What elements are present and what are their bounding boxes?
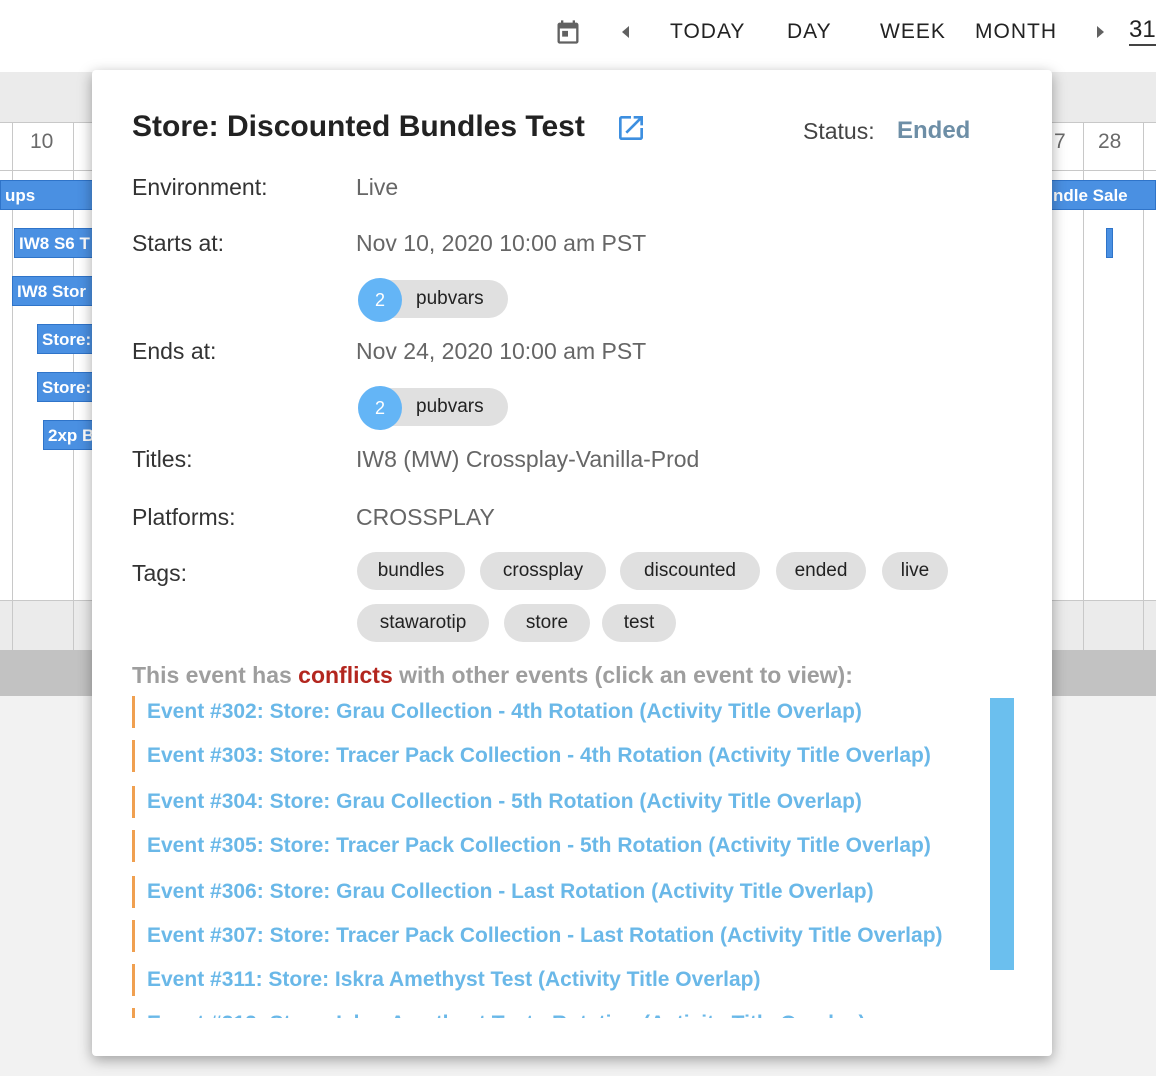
day-number: 7	[1054, 130, 1066, 153]
calendar-event[interactable]: Store:	[37, 324, 100, 354]
conflict-event-link[interactable]: Event #305: Store: Tracer Pack Collectio…	[132, 830, 931, 862]
month-view-button[interactable]: MONTH	[975, 18, 1057, 46]
conflict-event-link[interactable]: Event #306: Store: Grau Collection - Las…	[132, 876, 874, 908]
status-label: Status:	[803, 118, 875, 144]
chevron-right-icon[interactable]	[1090, 22, 1110, 42]
pubvars-label: pubvars	[416, 288, 484, 309]
ends-label: Ends at:	[132, 338, 217, 364]
conflict-event-link[interactable]: Event #302: Store: Grau Collection - 4th…	[132, 696, 862, 728]
environment-label: Environment:	[132, 174, 268, 200]
open-in-new-icon[interactable]	[615, 112, 647, 144]
calendar-toolbar: TODAY DAY WEEK MONTH 31	[0, 0, 1156, 73]
tag-chip[interactable]: bundles	[357, 552, 465, 590]
platforms-value: CROSSPLAY	[356, 504, 495, 530]
week-view-button[interactable]: WEEK	[880, 18, 946, 46]
tag-chip[interactable]: discounted	[620, 552, 760, 590]
pubvars-label: pubvars	[416, 396, 484, 417]
tags-label: Tags:	[132, 560, 187, 586]
conflict-event-link[interactable]: Event #304: Store: Grau Collection - 5th…	[132, 786, 862, 818]
day-number: 10	[30, 130, 54, 153]
today-button[interactable]: TODAY	[670, 18, 745, 46]
calendar-event[interactable]: IW8 Stor	[12, 276, 100, 306]
tag-chip[interactable]: ended	[776, 552, 866, 590]
conflict-event-link[interactable]: Event #303: Store: Tracer Pack Collectio…	[132, 740, 931, 772]
starts-label: Starts at:	[132, 230, 225, 256]
titles-value: IW8 (MW) Crossplay-Vanilla-Prod	[356, 446, 700, 472]
conflict-list-scrollbar[interactable]	[990, 698, 1014, 970]
event-detail-popover: Store: Discounted Bundles Test Status: E…	[92, 70, 1052, 1056]
tag-chip[interactable]: store	[504, 604, 590, 642]
conflicts-heading-prefix: This event has	[132, 662, 299, 688]
status-value: Ended	[897, 117, 971, 144]
conflict-list[interactable]: Event #302: Store: Grau Collection - 4th…	[132, 696, 992, 1018]
starts-value: Nov 10, 2020 10:00 am PST	[356, 230, 647, 256]
pubvars-count-badge: 2	[358, 386, 402, 430]
calendar-event[interactable]: ups	[0, 180, 100, 210]
titles-label: Titles:	[132, 446, 193, 472]
conflict-event-link[interactable]: Event #311: Store: Iskra Amethyst Test (…	[132, 964, 761, 996]
calendar-icon[interactable]	[554, 18, 582, 46]
environment-value: Live	[356, 174, 399, 200]
tag-chip[interactable]: live	[882, 552, 948, 590]
conflict-event-link[interactable]: Event #307: Store: Tracer Pack Collectio…	[132, 920, 943, 952]
conflicts-heading-suffix: with other events (click an event to vie…	[392, 662, 853, 688]
day-number: 28	[1098, 130, 1122, 153]
tag-chip[interactable]: stawarotip	[357, 604, 489, 642]
conflicts-keyword: conflicts	[298, 662, 393, 688]
starts-pubvars-chip[interactable]: 2 pubvars	[358, 278, 508, 322]
calendar-event[interactable]: IW8 S6 T	[14, 228, 100, 258]
day-view-button[interactable]: DAY	[787, 18, 832, 46]
tag-chip[interactable]: test	[602, 604, 676, 642]
ends-value: Nov 24, 2020 10:00 am PST	[356, 338, 647, 364]
platforms-label: Platforms:	[132, 504, 236, 530]
calendar-event-marker[interactable]	[1106, 228, 1113, 258]
chevron-left-icon[interactable]	[616, 22, 636, 42]
ends-pubvars-chip[interactable]: 2 pubvars	[358, 386, 508, 430]
calendar-event[interactable]: Store:	[37, 372, 100, 402]
conflicts-heading: This event has conflicts with other even…	[132, 662, 853, 689]
date-input[interactable]: 31	[1129, 16, 1156, 46]
event-title: Store: Discounted Bundles Test	[132, 110, 585, 143]
conflict-event-link[interactable]: Event #312: Store: Iskra Amethyst Test -…	[132, 1008, 865, 1018]
calendar-event[interactable]: ndle Sale	[1048, 180, 1156, 210]
pubvars-count-badge: 2	[358, 278, 402, 322]
tag-chip[interactable]: crossplay	[480, 552, 606, 590]
